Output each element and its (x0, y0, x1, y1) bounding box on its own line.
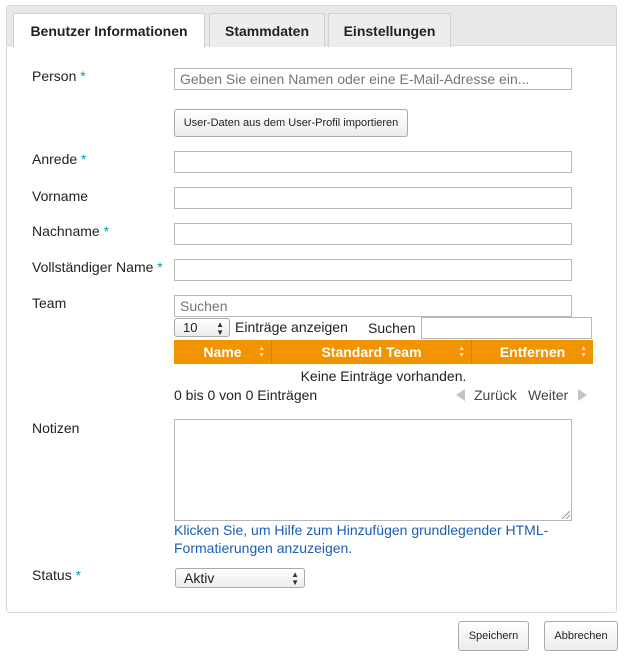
team-label-text: Team (32, 295, 67, 311)
required-marker: * (157, 259, 163, 275)
sort-icon: ▲ ▼ (458, 345, 465, 359)
full-name-label: Vollständiger Name * (32, 259, 163, 275)
html-help-link[interactable]: Klicken Sie, um Hilfe zum Hinzufügen gru… (174, 521, 574, 557)
person-search-input[interactable] (174, 68, 572, 90)
status-value: Aktiv (184, 570, 215, 586)
anrede-label: Anrede * (32, 151, 87, 167)
anrede-input[interactable] (174, 151, 572, 173)
import-user-data-button[interactable]: User-Daten aus dem User-Profil importier… (174, 109, 408, 137)
previous-arrow-icon[interactable] (456, 389, 465, 401)
table-filter-label: Suchen (368, 320, 416, 336)
resize-handle-icon[interactable] (562, 511, 570, 519)
user-form-panel: Benutzer Informationen Stammdaten Einste… (6, 5, 617, 613)
notes-label: Notizen (32, 420, 79, 436)
team-search-input[interactable] (174, 295, 572, 317)
notes-textarea[interactable] (174, 419, 572, 521)
full-name-label-text: Vollständiger Name (32, 259, 154, 275)
notes-label-text: Notizen (32, 420, 80, 436)
sort-icon: ▲ ▼ (258, 345, 265, 359)
team-label: Team (32, 295, 66, 311)
tab-benutzer-informationen[interactable]: Benutzer Informationen (13, 13, 205, 48)
tab-einstellungen[interactable]: Einstellungen (328, 13, 451, 47)
column-header-name-label: Name (203, 344, 242, 360)
team-table-header: Name ▲ ▼ Standard Team ▲ ▼ Entfernen ▲ ▼ (174, 340, 593, 364)
status-label-text: Status (32, 567, 72, 583)
next-page-button[interactable]: Weiter (528, 387, 568, 403)
page-size-value: 10 (183, 320, 198, 335)
vorname-label-text: Vorname (32, 188, 89, 204)
vorname-label: Vorname (32, 188, 88, 204)
tab-stammdaten[interactable]: Stammdaten (209, 13, 325, 47)
status-label: Status * (32, 567, 81, 583)
required-marker: * (75, 567, 82, 583)
tab-bar: Benutzer Informationen Stammdaten Einste… (7, 6, 616, 48)
cancel-button[interactable]: Abbrechen (544, 621, 618, 651)
previous-page-button[interactable]: Zurück (474, 387, 517, 403)
column-header-entfernen[interactable]: Entfernen ▲ ▼ (472, 340, 593, 364)
save-button[interactable]: Speichern (458, 621, 529, 651)
nachname-label: Nachname * (32, 223, 109, 239)
table-empty-message: Keine Einträge vorhanden. (300, 368, 467, 384)
select-arrows-icon: ▲ ▼ (291, 570, 299, 587)
person-label: Person * (32, 68, 86, 84)
nachname-label-text: Nachname (32, 223, 100, 239)
column-header-name[interactable]: Name ▲ ▼ (174, 340, 272, 364)
required-marker: * (103, 223, 110, 239)
vorname-input[interactable] (174, 187, 572, 209)
column-header-standard-team[interactable]: Standard Team ▲ ▼ (272, 340, 472, 364)
anrede-label-text: Anrede (32, 151, 78, 167)
sort-icon: ▲ ▼ (580, 345, 587, 359)
full-name-input[interactable] (174, 259, 572, 281)
next-arrow-icon[interactable] (578, 389, 587, 401)
page-size-select[interactable]: 10 ▲ ▼ (174, 318, 230, 337)
status-select[interactable]: Aktiv ▲ ▼ (175, 568, 305, 588)
nachname-input[interactable] (174, 223, 572, 245)
select-arrows-icon: ▲ ▼ (216, 320, 224, 337)
table-filter-input[interactable] (421, 317, 592, 339)
table-info: 0 bis 0 von 0 Einträgen (174, 387, 318, 403)
entries-label: Einträge anzeigen (235, 319, 348, 335)
person-label-text: Person (32, 68, 77, 84)
required-marker: * (80, 68, 86, 84)
required-marker: * (81, 151, 87, 167)
column-header-entfernen-label: Entfernen (499, 344, 566, 360)
column-header-standard-team-label: Standard Team (321, 344, 422, 360)
